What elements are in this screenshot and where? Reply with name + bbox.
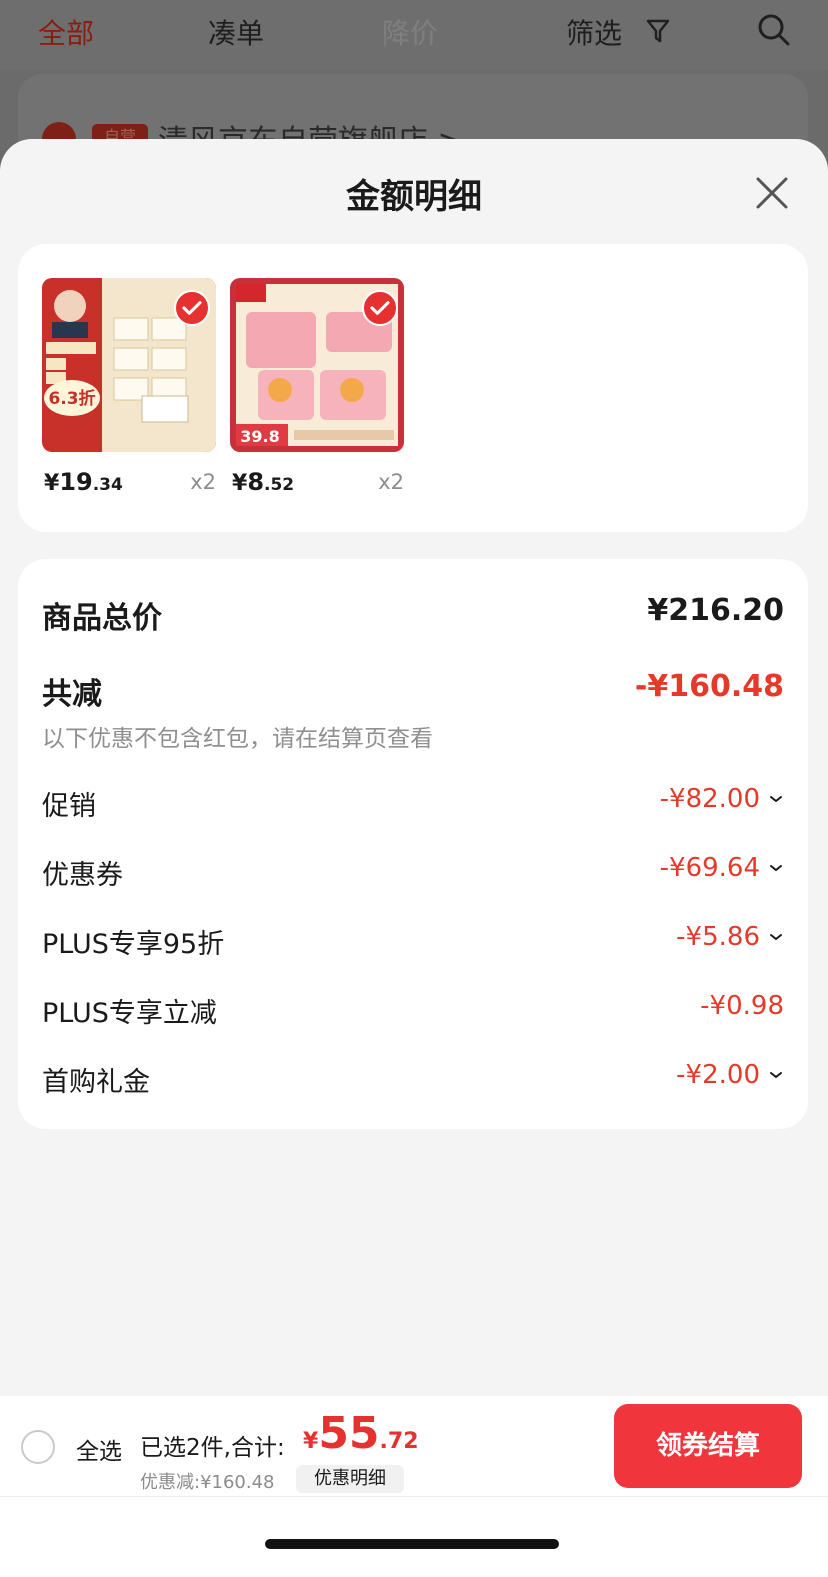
- select-all-label[interactable]: 全选: [76, 1432, 122, 1466]
- discount-value: -¥82.00: [660, 784, 784, 814]
- product-thumbnail[interactable]: 6.3折: [42, 278, 216, 452]
- product-quantity: x2: [190, 470, 216, 494]
- tab-bundle: 凑单: [208, 17, 265, 50]
- tab-all: 全部: [38, 17, 95, 50]
- chevron-down-icon[interactable]: [768, 1067, 784, 1083]
- total-reduction-value: -¥160.48: [634, 669, 784, 704]
- checkout-bar: 全选 已选2件,合计: ¥55.72 优惠减:¥160.48 优惠明细 领券结算: [0, 1396, 828, 1577]
- total-reduction-label: 共减: [42, 677, 102, 712]
- discount-label: PLUS专享95折: [42, 929, 225, 960]
- checkout-button[interactable]: 领券结算: [614, 1404, 802, 1488]
- close-icon[interactable]: [752, 173, 792, 213]
- home-indicator: [265, 1539, 559, 1549]
- chevron-down-icon[interactable]: [768, 929, 784, 945]
- product-price-row: ¥19.34 x2: [42, 468, 220, 500]
- selected-check-icon[interactable]: [362, 290, 398, 326]
- product-price: ¥19.34: [44, 468, 123, 496]
- tab-price-drop: 降价: [382, 17, 439, 50]
- discount-label: PLUS专享立减: [42, 998, 217, 1029]
- divider: [0, 1496, 828, 1497]
- selected-summary: 已选2件,合计:: [140, 1435, 285, 1461]
- chevron-down-icon[interactable]: [768, 791, 784, 807]
- select-all-radio[interactable]: [21, 1430, 55, 1464]
- discount-note: 以下优惠不包含红包，请在结算页查看: [42, 726, 433, 752]
- discount-value: -¥0.98: [700, 991, 784, 1021]
- search-icon: [758, 14, 790, 46]
- discount-value: -¥5.86: [676, 922, 784, 952]
- selected-check-icon[interactable]: [174, 290, 210, 326]
- product-item[interactable]: 6.3折 ¥19.34 x2: [42, 278, 220, 500]
- background-tab-bar: 全部 凑单 降价 筛选: [0, 0, 828, 70]
- sheet-title: 金额明细: [346, 177, 482, 217]
- discount-value: -¥2.00: [676, 1060, 784, 1090]
- product-quantity: x2: [378, 470, 404, 494]
- filter-icon: [646, 19, 670, 43]
- product-item[interactable]: 39.8 ¥8.52 x2: [230, 278, 408, 500]
- discount-label: 促销: [42, 791, 96, 822]
- product-thumbnail[interactable]: 39.8: [230, 278, 404, 452]
- discount-detail-button[interactable]: 优惠明细: [296, 1465, 404, 1493]
- discount-value: -¥69.64: [660, 853, 784, 883]
- price-details-card: 商品总价 ¥216.20 共减 -¥160.48 以下优惠不包含红包，请在结算页…: [18, 559, 808, 1129]
- amount-detail-sheet: 金额明细 6.3折 ¥19.34 x2 39.8 ¥8.52 x2 商品总价 ¥…: [0, 139, 828, 1577]
- discount-summary: 优惠减:¥160.48: [140, 1472, 275, 1493]
- svg-text:6.3折: 6.3折: [48, 388, 95, 409]
- goods-total-label: 商品总价: [42, 601, 162, 636]
- discount-label: 优惠券: [42, 860, 123, 891]
- product-price-row: ¥8.52 x2: [230, 468, 408, 500]
- svg-text:39.8: 39.8: [240, 427, 279, 446]
- total-amount: ¥55.72: [303, 1408, 419, 1459]
- discount-label: 首购礼金: [42, 1067, 150, 1098]
- tab-filter: 筛选: [566, 17, 623, 50]
- chevron-down-icon[interactable]: [768, 860, 784, 876]
- product-price: ¥8.52: [232, 468, 295, 496]
- products-card: 6.3折 ¥19.34 x2 39.8 ¥8.52 x2: [18, 244, 808, 532]
- goods-total-value: ¥216.20: [647, 593, 784, 628]
